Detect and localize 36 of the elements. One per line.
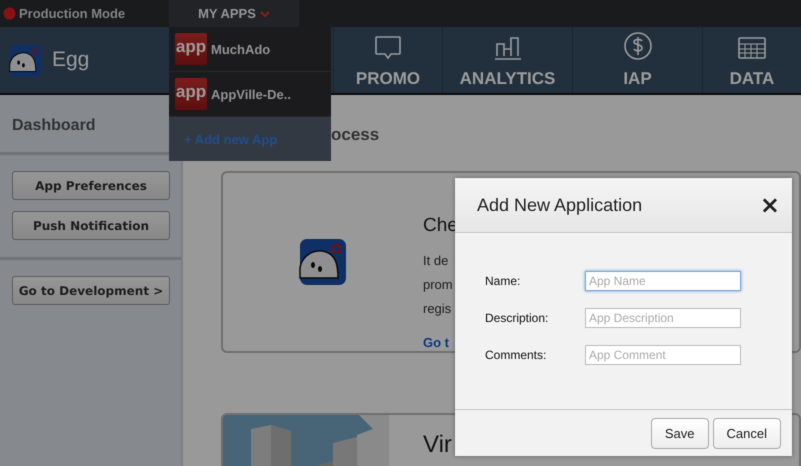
status-dot-icon — [3, 7, 16, 20]
card-title: Vir — [423, 431, 453, 459]
chevron-icon — [260, 10, 270, 18]
app-name: Egg — [52, 48, 90, 72]
card-text: regis — [423, 300, 452, 318]
dollar-icon — [622, 31, 652, 61]
my-apps-menu[interactable]: MY APPS — [169, 0, 299, 27]
nav-tab[interactable]: IAP — [572, 27, 702, 93]
nav-tab[interactable]: PROMO — [333, 27, 442, 93]
card-text: prom — [423, 276, 454, 294]
card-text: It de — [423, 252, 450, 270]
field-label: Name: — [485, 274, 522, 288]
dialog-button[interactable]: Save — [650, 418, 709, 448]
nav-tab[interactable]: DATA — [702, 27, 801, 93]
field-label: Description: — [485, 311, 550, 325]
nav-tab[interactable]: ANALYTICS — [442, 27, 572, 93]
dialog-title: Add New Application — [477, 194, 642, 216]
sidebar-button[interactable]: App Preferences — [12, 171, 170, 200]
bar-chart-icon — [492, 35, 522, 61]
card-link[interactable]: Go t — [423, 335, 458, 350]
app-logo — [9, 44, 42, 76]
sidebar-button[interactable]: Push Notification — [12, 211, 170, 240]
section-heading: ocess — [331, 125, 380, 145]
speech-bubble-icon — [374, 35, 402, 61]
app-icon: app — [175, 33, 207, 65]
app-logo — [299, 238, 347, 286]
close-button[interactable]: × — [760, 193, 780, 217]
dialog-button[interactable]: Cancel — [712, 418, 781, 448]
input-field[interactable]: App Name — [585, 271, 741, 291]
field-label: Comments: — [485, 348, 548, 362]
input-field[interactable]: App Description — [585, 308, 741, 328]
table-icon — [737, 35, 767, 61]
app-icon: app — [175, 78, 207, 110]
input-field[interactable]: App Comment — [585, 345, 741, 365]
development-button[interactable]: Go to Development > — [12, 276, 170, 305]
mode-label: Production Mode — [19, 6, 126, 21]
